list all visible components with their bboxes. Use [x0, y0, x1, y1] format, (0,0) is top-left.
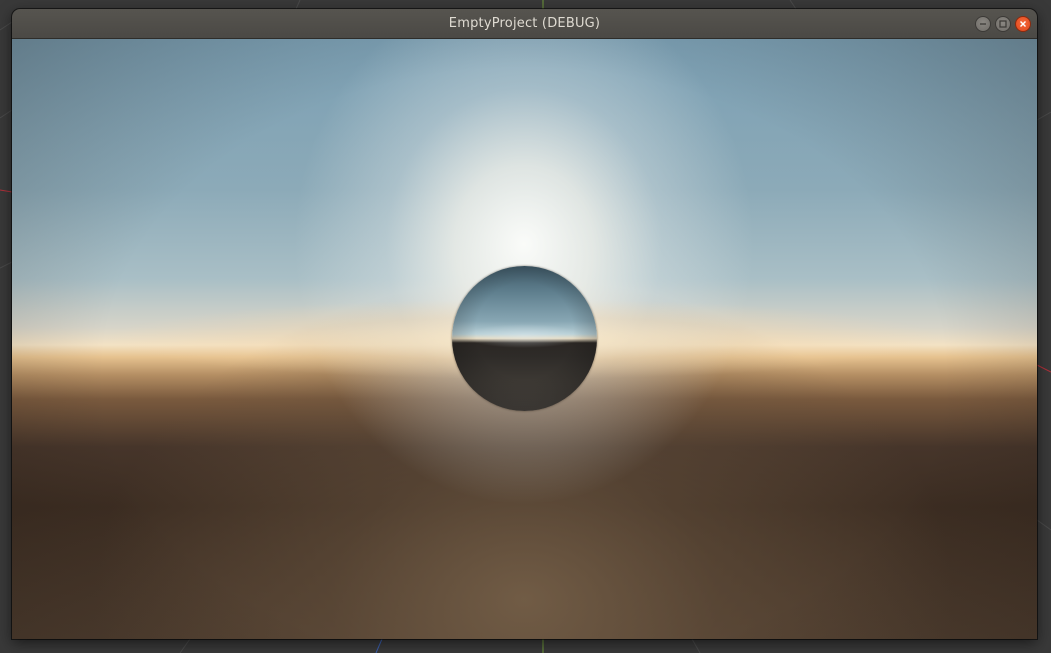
application-window: EmptyProject (DEBUG)	[12, 9, 1037, 639]
render-viewport[interactable]	[12, 39, 1037, 639]
maximize-icon	[999, 20, 1007, 28]
maximize-button[interactable]	[995, 16, 1011, 32]
minimize-button[interactable]	[975, 16, 991, 32]
window-title: EmptyProject (DEBUG)	[448, 16, 601, 31]
minimize-icon	[980, 23, 986, 25]
sphere-shading	[452, 266, 597, 411]
desktop-background: EmptyProject (DEBUG)	[0, 0, 1051, 653]
reflective-sphere	[452, 266, 597, 411]
window-titlebar[interactable]: EmptyProject (DEBUG)	[12, 9, 1037, 39]
close-button[interactable]	[1015, 16, 1031, 32]
close-icon	[1020, 21, 1026, 27]
